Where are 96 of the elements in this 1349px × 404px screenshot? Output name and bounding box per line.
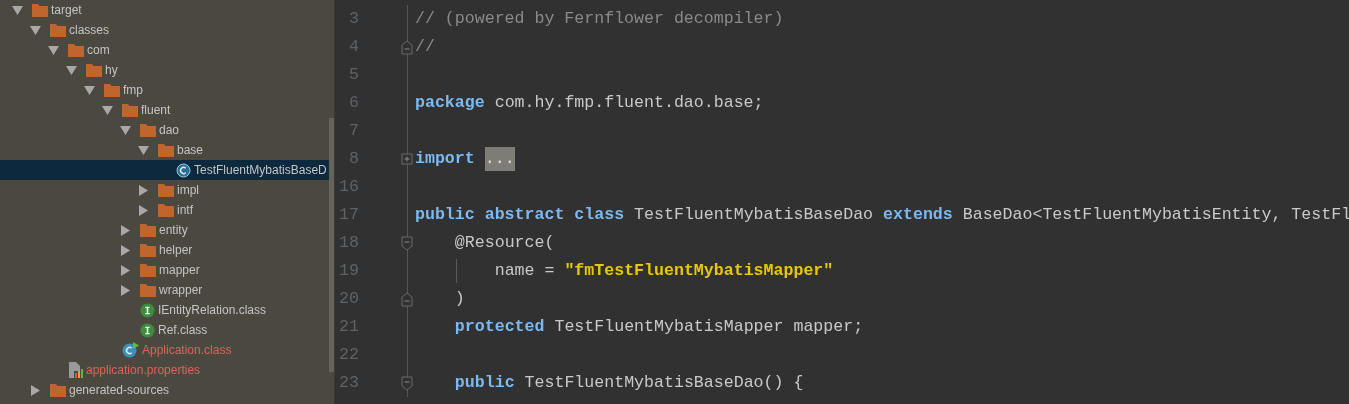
folder-icon	[122, 103, 138, 117]
collapsed-arrow-icon[interactable]	[30, 384, 41, 396]
folder-icon	[86, 63, 102, 77]
properties-file-icon	[68, 362, 83, 378]
folder-icon	[140, 223, 156, 237]
tree-item[interactable]: wrapper	[0, 280, 329, 300]
tree-item[interactable]: intf	[0, 200, 329, 220]
tree-item-label: target	[51, 2, 82, 19]
code-token: "fmTestFluentMybatisMapper"	[564, 259, 834, 282]
code-token: public abstract class	[415, 203, 625, 226]
expanded-arrow-icon[interactable]	[120, 124, 131, 136]
code-token: protected	[454, 315, 545, 338]
tree-item-label: fmp	[123, 82, 143, 99]
folder-icon	[140, 123, 156, 137]
collapsed-arrow-icon[interactable]	[138, 204, 149, 216]
folder-icon	[50, 383, 66, 397]
code-token: extends	[883, 203, 953, 226]
tree-item-label: application.properties	[86, 362, 201, 379]
tree-item-label: Ref.class	[158, 322, 208, 339]
collapsed-arrow-icon[interactable]	[138, 184, 149, 196]
expanded-arrow-icon[interactable]	[12, 4, 23, 16]
tree-item[interactable]: Ref.class	[0, 320, 329, 340]
tree-item[interactable]: mapper	[0, 260, 329, 280]
tree-item[interactable]: target	[0, 0, 329, 20]
code-token: TestFluentMybatisBaseDao() {	[524, 371, 804, 394]
tree-item[interactable]: IEntityRelation.class	[0, 300, 329, 320]
folder-icon	[158, 183, 174, 197]
runnable-class-icon	[122, 342, 139, 358]
code-token: name =	[494, 259, 556, 282]
collapsed-arrow-icon[interactable]	[120, 224, 131, 236]
collapsed-arrow-icon[interactable]	[120, 284, 131, 296]
expand-icon[interactable]	[401, 151, 413, 167]
tree-item[interactable]: impl	[0, 180, 329, 200]
code-token: )	[454, 287, 465, 310]
interface-icon	[140, 302, 155, 318]
code-token: com.hy.fmp.fluent.dao.base;	[494, 91, 764, 114]
code-token: TestFluentMybatisMapper mapper;	[554, 315, 864, 338]
folder-icon	[104, 83, 120, 97]
tree-item[interactable]: generated-sources	[0, 380, 329, 400]
tree-item[interactable]: com	[0, 40, 329, 60]
tree-item-label: TestFluentMybatisBaseD	[194, 162, 327, 179]
tree-item-label: com	[87, 42, 110, 59]
tree-item-label: IEntityRelation.class	[158, 302, 267, 319]
collapsed-arrow-icon[interactable]	[120, 244, 131, 256]
tree-item-label: entity	[159, 222, 188, 239]
fold-icon[interactable]	[401, 375, 413, 391]
interface-icon	[140, 322, 155, 338]
code-token: // (powered by Fernflower decompiler)	[415, 7, 784, 30]
tree-item-label: intf	[177, 202, 193, 219]
tree-item-label: classes	[69, 22, 109, 39]
tree-item[interactable]: fmp	[0, 80, 329, 100]
folder-icon	[50, 23, 66, 37]
folder-icon	[158, 143, 174, 157]
folded-code[interactable]: ...	[484, 146, 515, 172]
tree-item[interactable]: dao	[0, 120, 329, 140]
tree-item-label: hy	[105, 62, 118, 79]
fold-icon[interactable]	[401, 235, 413, 251]
fold-end-icon[interactable]	[401, 291, 413, 307]
tree-item[interactable]: base	[0, 140, 329, 160]
code-token: //	[415, 35, 435, 58]
expanded-arrow-icon[interactable]	[30, 24, 41, 36]
tree-item[interactable]: TestFluentMybatisBaseD	[0, 160, 329, 180]
expanded-arrow-icon[interactable]	[66, 64, 77, 76]
tree-item[interactable]: fluent	[0, 100, 329, 120]
tree-item-label: wrapper	[159, 282, 203, 299]
scrollbar[interactable]	[329, 118, 334, 372]
tree-item-label: impl	[177, 182, 199, 199]
expanded-arrow-icon[interactable]	[48, 44, 59, 56]
fold-end-icon[interactable]	[401, 39, 413, 55]
folder-icon	[140, 243, 156, 257]
code-token: @Resource(	[454, 231, 555, 254]
tree-item[interactable]: entity	[0, 220, 329, 240]
folder-icon	[140, 283, 156, 297]
folder-icon	[140, 263, 156, 277]
tree-item[interactable]: hy	[0, 60, 329, 80]
folder-icon	[158, 203, 174, 217]
folder-icon	[68, 43, 84, 57]
expanded-arrow-icon[interactable]	[84, 84, 95, 96]
tree-item-label: Application.class	[142, 342, 232, 359]
expanded-arrow-icon[interactable]	[138, 144, 149, 156]
collapsed-arrow-icon[interactable]	[120, 264, 131, 276]
code-token: public	[454, 371, 515, 394]
expanded-arrow-icon[interactable]	[102, 104, 113, 116]
tree-item-label: dao	[159, 122, 180, 139]
folder-icon	[32, 3, 48, 17]
tree-item[interactable]: helper	[0, 240, 329, 260]
tree-item-label: base	[177, 142, 204, 159]
tree-item-label: fluent	[141, 102, 171, 119]
tree-item[interactable]: classes	[0, 20, 329, 40]
code-token: TestFluentMybatisBaseDao	[634, 203, 875, 226]
code-token: import	[415, 147, 476, 170]
tree-item-label: mapper	[159, 262, 200, 279]
tree-item-label: generated-sources	[69, 382, 170, 399]
code-token: package	[415, 91, 486, 114]
tree-item-label: helper	[159, 242, 193, 259]
class-icon	[176, 162, 191, 178]
